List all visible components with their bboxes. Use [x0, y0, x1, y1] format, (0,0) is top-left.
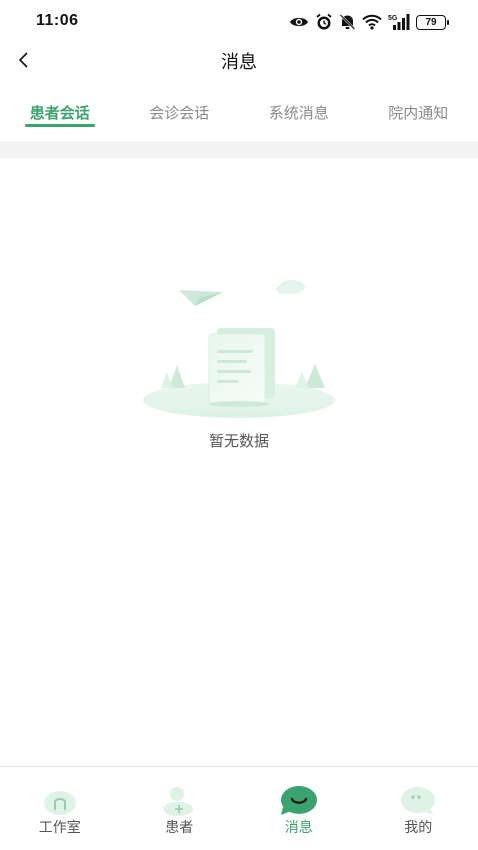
message-tabs: 患者会话 会诊会话 系统消息 院内通知	[0, 88, 478, 140]
nav-label: 工作室	[38, 820, 81, 836]
message-icon	[279, 785, 319, 817]
svg-text:5G: 5G	[388, 15, 398, 22]
status-bar: 11:06 5G 79	[0, 0, 478, 44]
profile-chat-icon	[398, 785, 438, 817]
status-icons: 5G 79	[289, 12, 449, 32]
eye-icon	[289, 15, 309, 29]
section-divider	[0, 141, 478, 158]
tab-label: 会诊会话	[149, 104, 210, 122]
alarm-icon	[315, 13, 333, 31]
tab-label: 系统消息	[268, 104, 329, 122]
status-time: 11:06	[36, 12, 79, 29]
empty-document-illustration	[139, 270, 339, 425]
battery-icon: 79	[416, 14, 449, 30]
tab-label: 院内通知	[388, 104, 449, 122]
patient-add-icon	[159, 785, 199, 817]
nav-label: 我的	[404, 820, 433, 836]
empty-state-text: 暂无数据	[208, 432, 269, 450]
bell-off-icon	[339, 13, 356, 31]
nav-label: 消息	[284, 820, 313, 836]
nav-item-studio[interactable]: 工作室	[0, 767, 120, 850]
nav-item-messages[interactable]: 消息	[239, 767, 359, 850]
page-title: 消息	[221, 52, 257, 73]
nav-item-patients[interactable]: 患者	[120, 767, 240, 850]
active-tab-indicator	[24, 124, 95, 127]
app-header: 消息	[0, 40, 478, 84]
wifi-icon	[362, 14, 382, 30]
tab-hospital-notices[interactable]: 院内通知	[359, 88, 478, 140]
nav-label: 患者	[165, 820, 194, 836]
tab-consultation-conversation[interactable]: 会诊会话	[120, 88, 240, 140]
tab-patient-conversation[interactable]: 患者会话	[0, 88, 120, 140]
tab-system-messages[interactable]: 系统消息	[239, 88, 359, 140]
nav-item-profile[interactable]: 我的	[359, 767, 478, 850]
bottom-navigation: 工作室 患者 消息 我的	[0, 766, 478, 850]
tab-label: 患者会话	[29, 104, 90, 122]
signal-icon: 5G	[388, 13, 410, 31]
studio-icon	[40, 785, 80, 817]
